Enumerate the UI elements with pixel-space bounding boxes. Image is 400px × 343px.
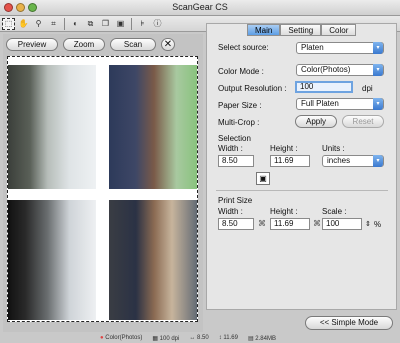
selection-height-input[interactable]: 11.69 bbox=[270, 155, 310, 167]
simple-mode-button[interactable]: << Simple Mode bbox=[305, 316, 393, 330]
toolbar-divider bbox=[131, 17, 132, 30]
info-icon[interactable]: ⓘ bbox=[151, 18, 164, 30]
color-mode-value: Color(Photos) bbox=[301, 65, 351, 74]
print-height-input[interactable]: 11.69 bbox=[270, 218, 310, 230]
layout-icon[interactable]: ⊧ bbox=[136, 18, 149, 30]
status-color-mode: ● Color(Photos) bbox=[100, 335, 142, 341]
print-scale-input[interactable]: 100 bbox=[322, 218, 362, 230]
multi-crop-icon[interactable]: ⧉ bbox=[84, 18, 97, 30]
title-bar: ScanGear CS bbox=[0, 0, 400, 16]
preview-button[interactable]: Preview bbox=[6, 38, 58, 51]
chevron-down-icon: ▾ bbox=[373, 42, 383, 54]
selection-units-dropdown[interactable]: inches ▾ bbox=[322, 155, 384, 167]
status-resolution: ▦ 100 dpi bbox=[152, 335, 179, 342]
resolution-icon: ▦ bbox=[152, 335, 158, 342]
status-color-mode-value: Color(Photos) bbox=[105, 335, 143, 341]
print-scale-label: Scale : bbox=[322, 207, 347, 216]
selection-height-label: Height : bbox=[270, 144, 298, 153]
multi-crop-label: Multi-Crop : bbox=[218, 118, 260, 127]
chevron-down-icon: ▾ bbox=[373, 155, 383, 167]
link-icon: ⌘ bbox=[258, 219, 266, 228]
zoom-icon[interactable]: ⚲ bbox=[32, 18, 45, 30]
clear-button[interactable]: ✕ bbox=[161, 38, 175, 51]
select-source-dropdown[interactable]: Platen ▾ bbox=[296, 42, 384, 54]
marquee-icon[interactable]: ⬚ bbox=[2, 17, 15, 30]
selection-units-value: inches bbox=[327, 156, 351, 165]
preview-actions: Preview Zoom Scan ✕ bbox=[6, 38, 175, 51]
reset-button[interactable]: Reset bbox=[342, 115, 384, 128]
print-height-label: Height : bbox=[270, 207, 298, 216]
tab-setting[interactable]: Setting bbox=[280, 24, 322, 36]
auto-crop-icon[interactable]: ◐ bbox=[69, 18, 82, 30]
crop-icon[interactable]: ⌗ bbox=[47, 18, 60, 30]
color-wheel-icon: ● bbox=[100, 335, 104, 341]
link-icon: ⌘ bbox=[313, 219, 321, 228]
preview-photo-landscape-bottom bbox=[8, 200, 96, 320]
color-mode-label: Color Mode : bbox=[218, 67, 264, 76]
output-resolution-unit: dpi bbox=[362, 84, 373, 93]
scale-stepper-icon[interactable]: ⇕ bbox=[365, 220, 371, 228]
width-icon: ↔ bbox=[189, 335, 196, 341]
status-bar: ● Color(Photos) ▦ 100 dpi ↔ 8.50 ↕ 11.69… bbox=[100, 333, 400, 343]
select-source-label: Select source: bbox=[218, 43, 269, 52]
paper-size-value: Full Platen bbox=[301, 99, 339, 108]
output-resolution-label: Output Resolution : bbox=[218, 84, 287, 93]
output-resolution-input[interactable]: 100 bbox=[295, 81, 353, 93]
status-width: ↔ 8.50 bbox=[189, 335, 208, 341]
status-size: ▤ 2.84MB bbox=[248, 335, 276, 342]
apply-button[interactable]: Apply bbox=[295, 115, 337, 128]
toolbar-divider bbox=[64, 17, 65, 30]
chevron-down-icon: ▾ bbox=[373, 98, 383, 110]
preview-photo-group-top bbox=[109, 65, 197, 189]
print-width-input[interactable]: 8.50 bbox=[218, 218, 254, 230]
color-mode-dropdown[interactable]: Color(Photos) ▾ bbox=[296, 64, 384, 76]
scan-button[interactable]: Scan bbox=[110, 38, 156, 51]
copy-icon[interactable]: ❐ bbox=[99, 18, 112, 30]
status-height: ↕ 11.69 bbox=[219, 335, 238, 341]
window-title: ScanGear CS bbox=[172, 2, 228, 12]
status-height-value: 11.69 bbox=[223, 335, 238, 341]
tab-main[interactable]: Main bbox=[247, 24, 281, 36]
file-size-icon: ▤ bbox=[247, 335, 254, 342]
section-divider bbox=[216, 190, 388, 191]
print-scale-unit: % bbox=[374, 220, 382, 229]
status-resolution-value: 100 dpi bbox=[159, 335, 180, 342]
preview-photo-landscape-top bbox=[8, 65, 96, 189]
select-source-value: Platen bbox=[301, 43, 324, 52]
selection-width-label: Width : bbox=[218, 144, 243, 153]
print-width-label: Width : bbox=[218, 207, 243, 216]
status-width-value: 8.50 bbox=[197, 335, 209, 341]
selection-label: Selection bbox=[218, 134, 251, 143]
zoom-button[interactable]: Zoom bbox=[63, 38, 105, 51]
aspect-lock-button[interactable]: ▣ bbox=[256, 172, 270, 185]
hand-icon[interactable]: ✋ bbox=[17, 18, 30, 30]
tab-color[interactable]: Color bbox=[321, 24, 357, 36]
select-all-icon[interactable]: ▣ bbox=[114, 18, 127, 30]
settings-tabs: Main Setting Color bbox=[247, 24, 357, 36]
preview-photo-group-bottom bbox=[109, 200, 197, 320]
chevron-down-icon: ▾ bbox=[373, 64, 383, 76]
paper-size-label: Paper Size : bbox=[218, 101, 262, 110]
selection-units-label: Units : bbox=[322, 144, 345, 153]
selection-width-input[interactable]: 8.50 bbox=[218, 155, 254, 167]
paper-size-dropdown[interactable]: Full Platen ▾ bbox=[296, 98, 384, 110]
status-size-value: 2.84MB bbox=[255, 335, 276, 342]
print-size-label: Print Size bbox=[218, 196, 253, 205]
scan-preview-area[interactable] bbox=[7, 56, 198, 322]
lock-icon: ▣ bbox=[259, 174, 267, 183]
height-icon: ↕ bbox=[218, 335, 222, 341]
